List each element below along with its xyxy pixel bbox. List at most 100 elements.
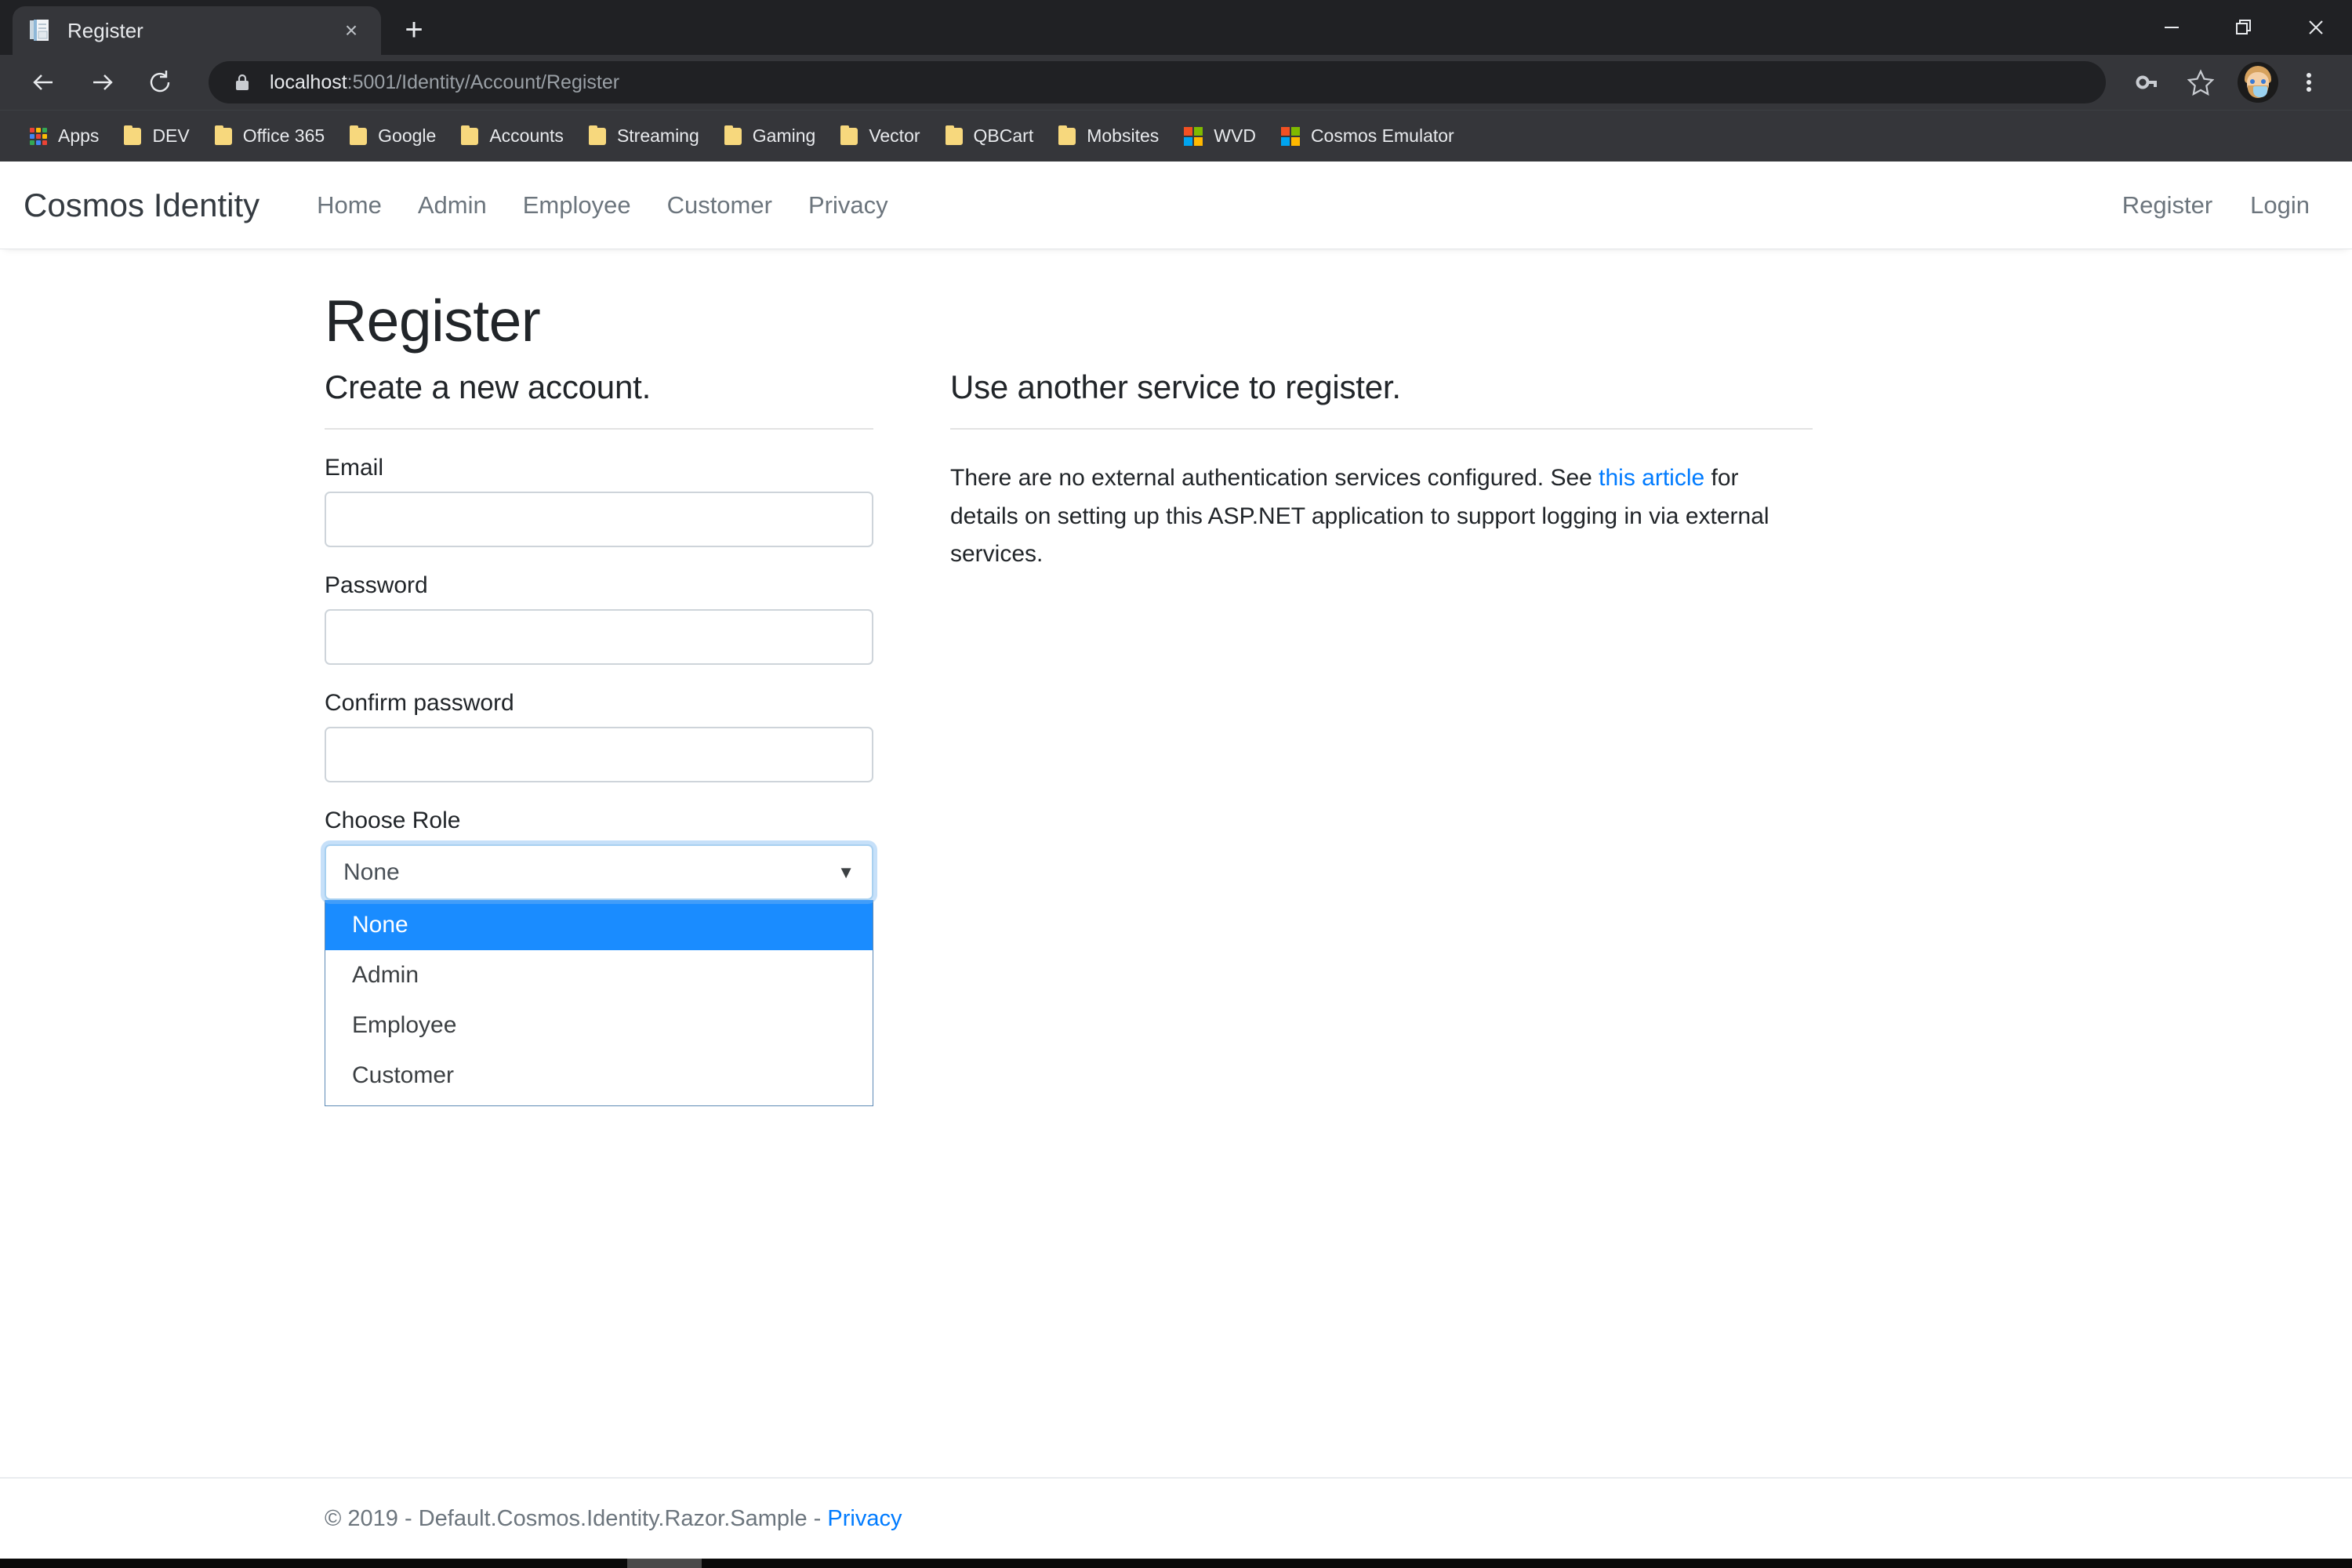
folder-icon	[350, 125, 368, 145]
nav-auth-links: Register Login	[2103, 191, 2328, 220]
choose-role-label: Choose Role	[325, 808, 461, 833]
role-option-customer[interactable]: Customer	[325, 1051, 873, 1101]
folder-icon	[461, 125, 479, 145]
tab-strip: Register × +	[0, 0, 436, 55]
browser-titlebar: Register × +	[0, 0, 2352, 55]
this-article-link[interactable]: this article	[1599, 465, 1704, 491]
page-main: Register Create a new account. Email Pas…	[0, 287, 2352, 1106]
bookmark-apps[interactable]: Apps	[17, 116, 111, 157]
microsoft-logo-icon	[1184, 126, 1203, 146]
folder-icon	[124, 125, 142, 145]
url-host: localhost	[270, 71, 347, 93]
role-option-admin[interactable]: Admin	[325, 950, 873, 1000]
tab-title: Register	[67, 18, 143, 42]
bookmark-label: Streaming	[616, 125, 699, 146]
main-container: Register Create a new account. Email Pas…	[301, 287, 2051, 1106]
form-heading: Create a new account.	[325, 368, 652, 405]
bookmark-label: WVD	[1214, 125, 1256, 146]
confirm-password-field[interactable]	[325, 727, 873, 782]
nav-links: Home Admin Employee Customer Privacy	[299, 191, 906, 220]
bookmark-label: Google	[378, 125, 437, 146]
bookmark-label: DEV	[152, 125, 190, 146]
nav-link-home[interactable]: Home	[299, 191, 400, 220]
lock-icon	[232, 72, 252, 93]
email-field[interactable]	[325, 492, 873, 547]
role-select-wrapper: None ▼ None Admin Employee Customer	[325, 844, 873, 1106]
nav-link-privacy[interactable]: Privacy	[790, 191, 906, 220]
password-form-group: Password	[325, 572, 873, 665]
bookmark-gaming[interactable]: Gaming	[712, 116, 829, 157]
key-icon[interactable]	[2125, 60, 2170, 105]
folder-icon	[588, 125, 606, 145]
bookmark-vector[interactable]: Vector	[828, 116, 932, 157]
confirm-password-form-group: Confirm password	[325, 690, 873, 782]
bookmark-qbcart[interactable]: QBCart	[933, 116, 1047, 157]
folder-icon	[1058, 125, 1076, 145]
password-field[interactable]	[325, 609, 873, 665]
back-icon[interactable]	[20, 59, 67, 106]
bookmark-mobsites[interactable]: Mobsites	[1046, 116, 1171, 157]
address-bar[interactable]: localhost:5001/Identity/Account/Register	[209, 61, 2106, 103]
external-services-heading: Use another service to register.	[950, 368, 1401, 405]
site-footer: © 2019 - Default.Cosmos.Identity.Razor.S…	[0, 1477, 2352, 1559]
minimize-icon[interactable]	[2136, 0, 2208, 55]
browser-window: Register × + localhost:5001/Identity/Acc…	[0, 0, 2352, 1568]
bookmark-label: Apps	[58, 125, 100, 146]
form-divider	[325, 428, 873, 430]
taskbar-sliver	[0, 1559, 2352, 1568]
bookmark-dev[interactable]: DEV	[111, 116, 201, 157]
profile-avatar[interactable]	[2238, 62, 2278, 103]
bookmark-cosmos-emulator[interactable]: Cosmos Emulator	[1269, 116, 1467, 157]
footer-privacy-link[interactable]: Privacy	[827, 1506, 902, 1531]
external-services-column: Use another service to register. There a…	[950, 354, 1813, 900]
close-icon[interactable]: ×	[337, 16, 365, 45]
nav-link-customer[interactable]: Customer	[649, 191, 790, 220]
folder-icon	[724, 125, 742, 145]
nav-link-login[interactable]: Login	[2231, 191, 2328, 220]
content-row: Create a new account. Email Password Con…	[325, 354, 2027, 1106]
bookmark-label: Accounts	[489, 125, 564, 146]
external-services-divider	[950, 428, 1813, 430]
browser-toolbar: localhost:5001/Identity/Account/Register	[0, 55, 2352, 110]
bookmark-label: QBCart	[973, 125, 1034, 146]
nav-link-admin[interactable]: Admin	[400, 191, 505, 220]
bookmark-label: Gaming	[752, 125, 816, 146]
nav-link-register[interactable]: Register	[2103, 191, 2231, 220]
browser-tab[interactable]: Register ×	[13, 6, 381, 55]
forward-icon[interactable]	[78, 59, 125, 106]
role-select[interactable]: None ▼	[325, 844, 873, 900]
bookmarks-bar: Apps DEV Office 365 Google Accounts Stre…	[0, 110, 2352, 162]
external-services-paragraph: There are no external authentication ser…	[950, 459, 1813, 574]
bookmark-label: Mobsites	[1087, 125, 1160, 146]
folder-icon	[214, 125, 232, 145]
footer-copyright: © 2019 - Default.Cosmos.Identity.Razor.S…	[325, 1505, 828, 1531]
password-label: Password	[325, 572, 428, 598]
confirm-password-label: Confirm password	[325, 690, 514, 716]
close-icon[interactable]	[2280, 0, 2352, 55]
folder-icon	[945, 125, 963, 145]
email-label: Email	[325, 455, 384, 481]
document-pages-icon	[28, 18, 53, 43]
bookmark-wvd[interactable]: WVD	[1171, 116, 1269, 157]
three-dot-menu-icon[interactable]	[2286, 60, 2332, 105]
microsoft-logo-icon	[1280, 126, 1300, 146]
address-bar-url: localhost:5001/Identity/Account/Register	[270, 71, 619, 94]
nav-link-employee[interactable]: Employee	[505, 191, 649, 220]
bookmark-google[interactable]: Google	[337, 116, 448, 157]
reload-icon[interactable]	[136, 59, 183, 106]
bookmark-office-365[interactable]: Office 365	[202, 116, 337, 157]
star-icon[interactable]	[2178, 60, 2223, 105]
site-nav: Cosmos Identity Home Admin Employee Cust…	[0, 187, 2352, 224]
role-option-none[interactable]: None	[325, 900, 873, 950]
restore-icon[interactable]	[2208, 0, 2280, 55]
url-path: :5001/Identity/Account/Register	[347, 71, 620, 93]
bookmark-streaming[interactable]: Streaming	[576, 116, 712, 157]
page-viewport: Cosmos Identity Home Admin Employee Cust…	[0, 162, 2352, 1559]
footer-text: © 2019 - Default.Cosmos.Identity.Razor.S…	[325, 1506, 902, 1531]
bookmark-accounts[interactable]: Accounts	[448, 116, 576, 157]
brand-logo[interactable]: Cosmos Identity	[24, 187, 260, 224]
new-tab-button[interactable]: +	[392, 8, 436, 52]
bookmark-label: Vector	[869, 125, 920, 146]
role-option-employee[interactable]: Employee	[325, 1000, 873, 1051]
window-controls	[2136, 0, 2352, 55]
